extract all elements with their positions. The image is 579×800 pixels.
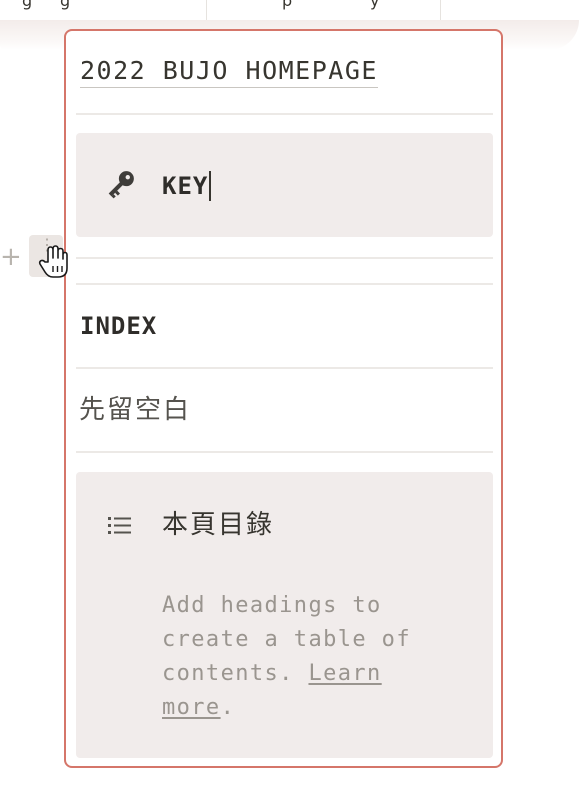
placeholder-text[interactable]: 先留空白 — [79, 393, 191, 427]
key-callout[interactable]: KEY — [76, 133, 493, 237]
table-divider — [440, 0, 441, 20]
index-heading[interactable]: INDEX — [80, 311, 157, 341]
table-divider — [206, 0, 207, 20]
divider — [76, 113, 493, 115]
text-caret — [209, 171, 212, 201]
divider — [76, 257, 493, 259]
key-callout-text[interactable]: KEY — [162, 171, 212, 201]
synced-block-card: 2022 BUJO HOMEPAGE KEY INDEX 先留空白 本頁目錄 A… — [64, 29, 503, 768]
page-link[interactable]: 2022 BUJO HOMEPAGE — [80, 56, 378, 88]
table-cell: p — [282, 0, 293, 10]
hand-cursor-icon — [38, 245, 68, 278]
toc-title: 本頁目錄 — [162, 510, 275, 540]
key-icon — [108, 171, 134, 199]
table-fragment: g g p y — [0, 0, 520, 21]
divider — [76, 451, 493, 453]
key-label: KEY — [162, 172, 209, 200]
toc-hint-period: . — [220, 695, 236, 720]
table-cell: g — [60, 0, 71, 10]
table-of-contents-callout: 本頁目錄 Add headings to create a table of c… — [76, 472, 493, 758]
divider — [76, 283, 493, 285]
table-cell: y — [370, 0, 380, 10]
toc-hint: Add headings to create a table of conten… — [162, 589, 468, 725]
divider — [76, 367, 493, 369]
bulleted-list-icon — [108, 517, 131, 534]
table-cell: g — [22, 0, 33, 10]
add-block-icon[interactable]: + — [0, 243, 22, 271]
